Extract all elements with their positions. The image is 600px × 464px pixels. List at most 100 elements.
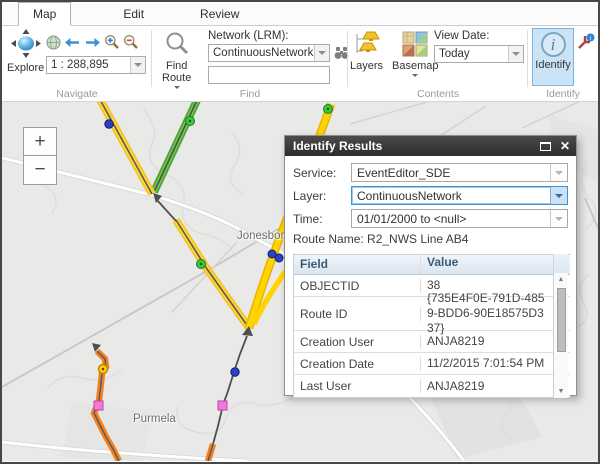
pink-square-marker xyxy=(218,401,227,410)
navigate-group-label: Navigate xyxy=(2,88,152,100)
place-label-jonesboro: Jonesboro xyxy=(237,230,291,242)
maximize-icon[interactable] xyxy=(540,142,551,151)
blue-point-marker xyxy=(275,254,283,262)
route-name-line: Route Name: R2_NWS Line AB4 xyxy=(293,232,568,250)
find-group-label: Find xyxy=(152,88,348,100)
field-cell: Creation Date xyxy=(294,357,421,371)
tab-map[interactable]: Map xyxy=(18,2,71,26)
layers-toc-icon xyxy=(353,31,381,60)
identify-button[interactable]: i Identify xyxy=(532,28,574,86)
network-value: ContinuousNetwork xyxy=(209,47,314,59)
route-name-value: R2_NWS Line AB4 xyxy=(367,232,468,246)
table-row[interactable]: Last User ANJA8219 xyxy=(294,375,570,397)
tab-review[interactable]: Review xyxy=(186,3,253,25)
identify-results-titlebar[interactable]: Identify Results ✕ xyxy=(285,136,576,156)
layers-button[interactable]: Layers xyxy=(350,31,383,72)
network-combobox[interactable]: ContinuousNetwork xyxy=(208,44,330,62)
value-cell: ANJA8219 xyxy=(421,334,556,349)
time-value: 01/01/2000 to <null> xyxy=(352,212,550,226)
service-label: Service: xyxy=(293,166,351,180)
ribbon-tabstrip: Map Edit Review xyxy=(2,2,598,26)
scroll-down-icon[interactable]: ▼ xyxy=(558,385,565,398)
value-cell: 11/2/2015 7:01:54 PM xyxy=(421,356,556,371)
identify-results-title: Identify Results xyxy=(293,139,382,153)
zoom-in-icon[interactable] xyxy=(104,34,120,50)
value-column-header: Value xyxy=(421,255,556,274)
map-zoom-out-button[interactable]: − xyxy=(23,156,57,185)
explore-pan-icon xyxy=(10,29,42,62)
view-date-dropdown-button[interactable] xyxy=(508,46,523,62)
field-column-header: Field xyxy=(294,255,421,274)
time-dropdown-button[interactable] xyxy=(550,210,567,227)
zoom-out-icon[interactable] xyxy=(123,34,139,50)
identify-results-panel: Identify Results ✕ Service: EventEditor_… xyxy=(284,135,577,396)
route-name-label: Route Name: xyxy=(293,232,364,246)
service-dropdown-button[interactable] xyxy=(550,164,567,181)
view-date-value: Today xyxy=(435,48,508,60)
basemap-button[interactable]: Basemap xyxy=(392,31,438,77)
map-zoom-control: + − xyxy=(23,127,57,185)
layer-value: ContinuousNetwork xyxy=(352,189,550,203)
route-green[interactable] xyxy=(154,102,199,192)
field-cell: Route ID xyxy=(294,307,421,321)
map-viewport[interactable]: Jonesboro Purmela + − Identify Results ✕… xyxy=(2,102,598,461)
find-route-label-line2: Route xyxy=(162,72,191,84)
map-zoom-in-button[interactable]: + xyxy=(23,127,57,156)
map-scale-combobox[interactable]: 1 : 288,895 xyxy=(46,56,146,74)
field-cell: OBJECTID xyxy=(294,279,421,293)
place-label-purmela: Purmela xyxy=(133,413,176,425)
pink-square-marker xyxy=(94,401,103,410)
binoculars-search-icon[interactable] xyxy=(334,46,349,65)
scrollbar-thumb[interactable] xyxy=(557,288,566,352)
identify-route-location-icon[interactable]: i xyxy=(577,33,595,56)
table-row[interactable]: Route ID {735E4F0E-791D-4859-BDD6-90E185… xyxy=(294,297,570,331)
service-combobox[interactable]: EventEditor_SDE xyxy=(351,163,568,182)
svg-text:i: i xyxy=(590,35,592,42)
contents-group-label: Contents xyxy=(348,88,528,100)
explore-button[interactable]: Explore xyxy=(7,29,44,74)
time-combobox[interactable]: 01/01/2000 to <null> xyxy=(351,209,568,228)
blue-point-marker xyxy=(105,120,113,128)
group-contents: Layers Basemap xyxy=(348,26,528,101)
table-scrollbar[interactable]: ▲ ▼ xyxy=(553,273,568,398)
field-cell: Last User xyxy=(294,379,421,393)
view-date-combobox[interactable]: Today xyxy=(434,45,524,63)
explore-label: Explore xyxy=(7,62,44,74)
table-header-row: Field Value xyxy=(294,255,570,275)
group-navigate: Explore xyxy=(2,26,152,101)
previous-extent-icon[interactable] xyxy=(64,35,81,50)
find-route-label-line1: Find xyxy=(166,60,187,72)
group-identify: i Identify i Identify xyxy=(528,26,598,101)
basemap-label: Basemap xyxy=(392,60,438,72)
network-dropdown-button[interactable] xyxy=(314,45,329,61)
value-cell: ANJA8219 xyxy=(421,379,556,394)
table-row[interactable]: Creation Date 11/2/2015 7:01:54 PM xyxy=(294,353,570,375)
group-find: Find Route Network (LRM): ContinuousNetw… xyxy=(152,26,348,101)
close-icon[interactable]: ✕ xyxy=(560,140,570,152)
basemap-dropdown-arrow-icon[interactable] xyxy=(412,74,418,77)
identify-group-label: Identify xyxy=(528,88,598,100)
find-route-magnifier-icon xyxy=(164,31,190,60)
layer-combobox[interactable]: ContinuousNetwork xyxy=(351,186,568,205)
attributes-table-wrap: Field Value OBJECTID 38 Route ID {735E4F… xyxy=(293,254,568,398)
layer-dropdown-button[interactable] xyxy=(550,187,567,204)
ribbon: Explore xyxy=(2,26,598,102)
route-arrow-segment-south xyxy=(208,326,253,461)
network-lrm-label: Network (LRM): xyxy=(208,30,289,42)
route-search-input[interactable] xyxy=(208,66,330,84)
field-cell: Creation User xyxy=(294,335,421,349)
find-route-button[interactable]: Find Route xyxy=(162,31,191,89)
layers-label: Layers xyxy=(350,60,383,72)
map-scale-dropdown-button[interactable] xyxy=(130,57,145,73)
next-extent-icon[interactable] xyxy=(84,35,101,50)
scroll-up-icon[interactable]: ▲ xyxy=(558,273,565,286)
service-value: EventEditor_SDE xyxy=(352,166,550,180)
identify-label: Identify xyxy=(535,59,570,71)
full-extent-globe-icon[interactable] xyxy=(46,35,61,50)
route-yellow-selected[interactable] xyxy=(98,102,249,328)
view-date-label: View Date: xyxy=(434,30,489,42)
app-window: Map Edit Review xyxy=(0,0,600,464)
table-row[interactable]: Creation User ANJA8219 xyxy=(294,331,570,353)
layer-label: Layer: xyxy=(293,189,351,203)
tab-edit[interactable]: Edit xyxy=(109,3,158,25)
